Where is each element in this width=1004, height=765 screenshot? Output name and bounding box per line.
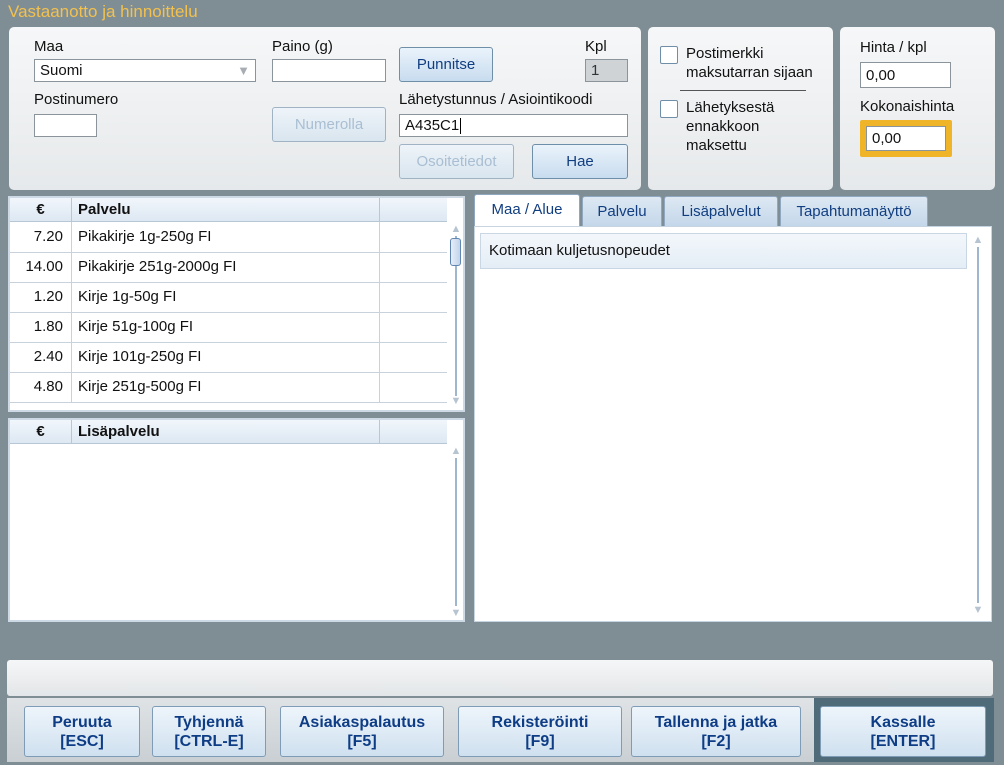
table-row[interactable]: 2.40 Kirje 101g-250g FI [10,342,447,373]
row-extra [380,222,447,252]
row-price: 1.80 [10,312,72,342]
scroll-track [455,458,457,606]
addon-extra-column-header[interactable] [380,420,447,443]
clear-key: [CTRL-E] [174,732,244,750]
country-value: Suomi [40,62,83,79]
chevron-down-icon: ▼ [237,63,250,78]
stamp-label: Postimerkki maksutarran sijaan [686,45,813,81]
tab-content-scrollbar[interactable]: ▲ ▼ [971,233,985,617]
unit-price-field: 0,00 [860,62,951,88]
scroll-down-icon[interactable]: ▼ [971,603,985,617]
row-extra [380,282,447,312]
addon-price-column-header[interactable]: € [10,420,72,443]
row-service: Pikakirje 251g-2000g FI [72,252,380,282]
extra-column-header[interactable] [380,198,447,221]
weight-label: Paino (g) [272,38,333,55]
status-bar [7,660,993,696]
services-scrollbar[interactable]: ▲ ▼ [449,222,463,410]
scroll-track [977,247,979,603]
customer-feedback-button[interactable]: Asiakaspalautus [F5] [280,706,444,757]
clear-label: Tyhjennä [174,713,244,731]
text-cursor [460,118,462,135]
row-extra [380,252,447,282]
shipping-speed-item[interactable]: Kotimaan kuljetusnopeudet [480,233,967,269]
row-price: 14.00 [10,252,72,282]
save-continue-key: [F2] [701,732,731,750]
cancel-key: [ESC] [60,732,104,750]
row-price: 7.20 [10,222,72,252]
save-continue-button[interactable]: Tallenna ja jatka [F2] [631,706,801,757]
prepaid-checkbox[interactable] [660,100,678,118]
services-table-header: € Palvelu [10,198,447,222]
price-column-header[interactable]: € [10,198,72,221]
scroll-up-icon[interactable]: ▲ [449,444,463,458]
row-service: Kirje 1g-50g FI [72,282,380,312]
prepaid-label: Lähetyksestä ennakkoon maksettu [686,99,775,154]
tab-addons[interactable]: Lisäpalvelut [664,196,778,226]
addon-scrollbar[interactable]: ▲ ▼ [449,444,463,620]
registration-button[interactable]: Rekisteröinti [F9] [458,706,622,757]
number-button[interactable]: Numerolla [272,107,386,142]
checkout-label: Kassalle [870,713,936,731]
addon-service-column-header[interactable]: Lisäpalvelu [72,420,380,443]
row-service: Kirje 51g-100g FI [72,312,380,342]
country-select[interactable]: Suomi ▼ [34,59,256,82]
row-service: Kirje 101g-250g FI [72,342,380,372]
postcode-input[interactable] [34,114,97,137]
postcode-label: Postinumero [34,91,119,108]
scroll-up-icon[interactable]: ▲ [449,222,463,236]
tracking-value: A435C1 [405,117,460,134]
clear-button[interactable]: Tyhjennä [CTRL-E] [152,706,266,757]
tab-service[interactable]: Palvelu [582,196,662,226]
table-row[interactable]: 14.00 Pikakirje 251g-2000g FI [10,252,447,283]
tracking-label: Lähetystunnus / Asiointikoodi [399,91,593,108]
customer-feedback-label: Asiakaspalautus [298,713,426,731]
tracking-input[interactable]: A435C1 [399,114,628,137]
stamp-checkbox[interactable] [660,46,678,64]
options-divider [680,90,806,91]
scroll-down-icon[interactable]: ▼ [449,606,463,620]
cancel-label: Peruuta [52,713,112,731]
row-extra [380,312,447,342]
row-price: 1.20 [10,282,72,312]
addon-table-header: € Lisäpalvelu [10,420,447,444]
table-row[interactable]: 1.20 Kirje 1g-50g FI [10,282,447,313]
qty-label: Kpl [585,38,607,55]
table-row[interactable]: 4.80 Kirje 251g-500g FI [10,372,447,403]
total-price-field: 0,00 [866,126,946,151]
scroll-thumb[interactable] [450,238,461,266]
unit-price-label: Hinta / kpl [860,39,927,56]
weight-input[interactable] [272,59,386,82]
row-extra [380,372,447,402]
checkout-key: [ENTER] [870,732,936,750]
tab-country-region[interactable]: Maa / Alue [474,194,580,227]
row-extra [380,342,447,372]
scroll-up-icon[interactable]: ▲ [971,233,985,247]
row-price: 4.80 [10,372,72,402]
window-title: Vastaanotto ja hinnoittelu [8,2,198,21]
table-row[interactable]: 7.20 Pikakirje 1g-250g FI [10,222,447,253]
checkout-button[interactable]: Kassalle [ENTER] [820,706,986,757]
qty-field: 1 [585,59,628,82]
table-row[interactable]: 1.80 Kirje 51g-100g FI [10,312,447,343]
fetch-button[interactable]: Hae [532,144,628,179]
weigh-button[interactable]: Punnitse [399,47,493,82]
tab-content-panel: Kotimaan kuljetusnopeudet ▲ ▼ [474,226,992,622]
customer-feedback-key: [F5] [347,732,377,750]
tab-event-view[interactable]: Tapahtumanäyttö [780,196,928,226]
row-service: Kirje 251g-500g FI [72,372,380,402]
row-service: Pikakirje 1g-250g FI [72,222,380,252]
services-table: € Palvelu 7.20 Pikakirje 1g-250g FI 14.0… [8,196,465,412]
scroll-down-icon[interactable]: ▼ [449,394,463,408]
registration-key: [F9] [525,732,555,750]
row-price: 2.40 [10,342,72,372]
addon-table: € Lisäpalvelu ▲ ▼ [8,418,465,622]
save-continue-label: Tallenna ja jatka [654,713,778,731]
country-label: Maa [34,38,64,55]
address-button[interactable]: Osoitetiedot [399,144,514,179]
service-column-header[interactable]: Palvelu [72,198,380,221]
total-price-label: Kokonaishinta [860,98,955,115]
registration-label: Rekisteröinti [491,713,589,731]
cancel-button[interactable]: Peruuta [ESC] [24,706,140,757]
